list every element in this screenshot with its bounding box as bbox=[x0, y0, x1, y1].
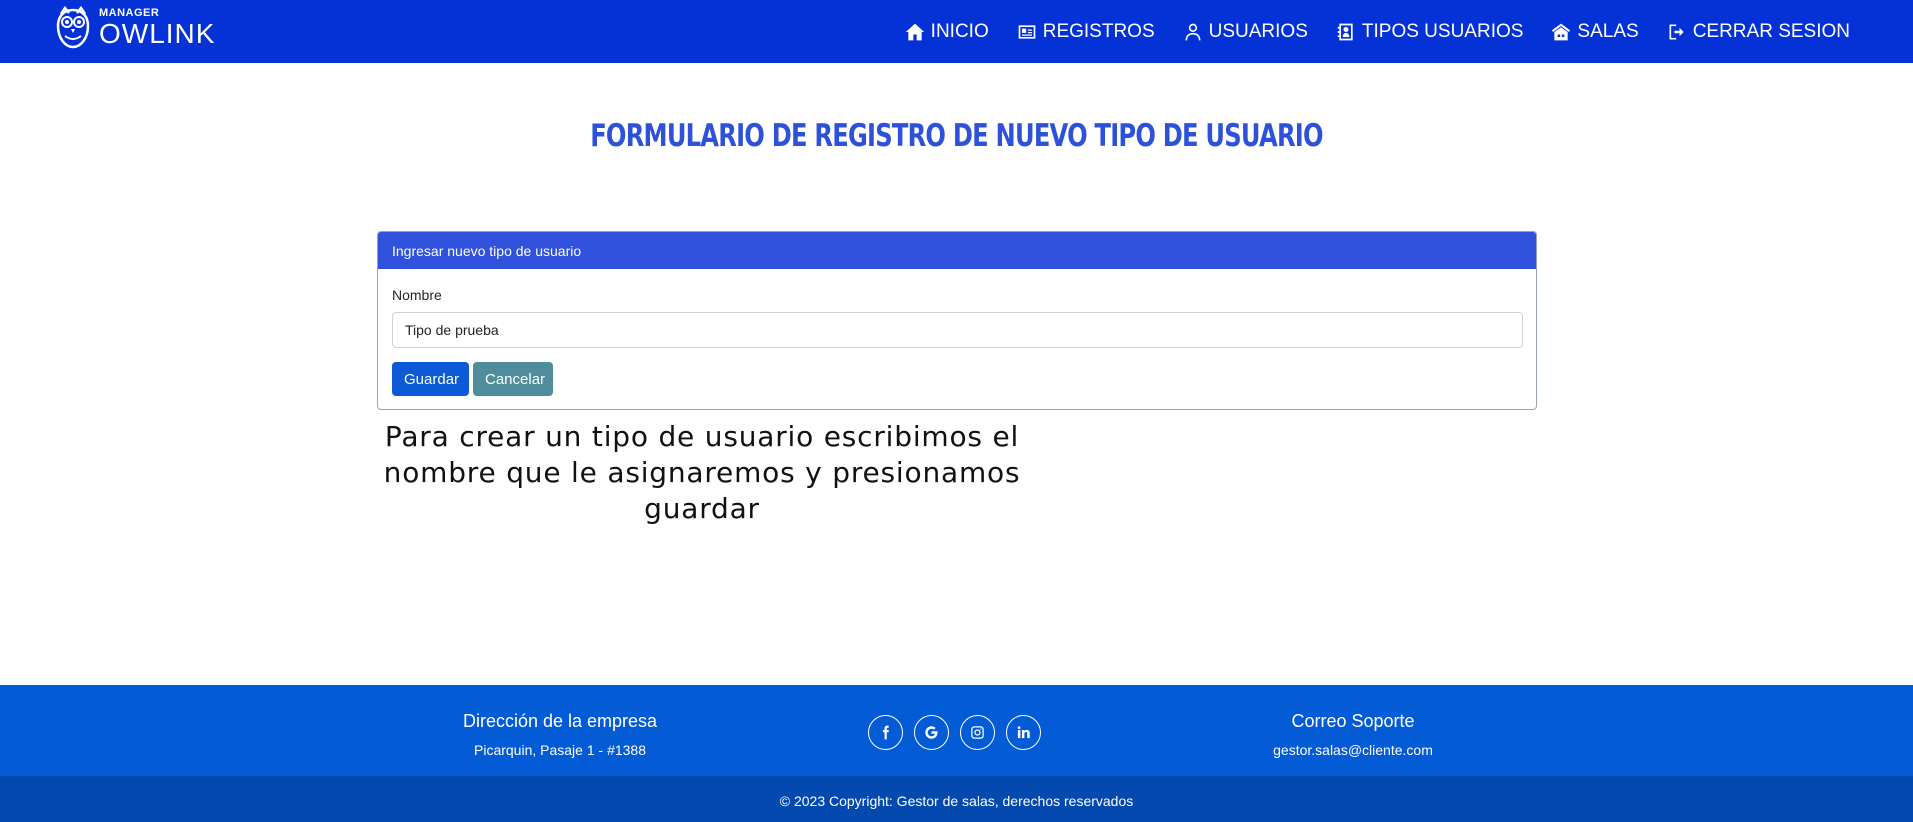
google-icon bbox=[925, 726, 938, 739]
nav-item-salas[interactable]: SALAS bbox=[1551, 20, 1639, 43]
nav-item-registros[interactable]: REGISTROS bbox=[1017, 21, 1155, 43]
building-icon bbox=[1552, 23, 1571, 40]
name-field-label: Nombre bbox=[392, 287, 442, 303]
logout-icon bbox=[1669, 24, 1684, 39]
brand-name: OWLINK bbox=[99, 18, 216, 49]
new-user-type-card: Ingresar nuevo tipo de usuario Nombre Gu… bbox=[377, 231, 1537, 410]
support-email[interactable]: gestor.salas@cliente.com bbox=[1213, 742, 1493, 758]
contact-book-icon bbox=[1337, 23, 1353, 40]
instagram-link[interactable] bbox=[960, 715, 995, 750]
top-navbar: MANAGER OWLINK INICIO REGISTROS USUARIOS… bbox=[0, 0, 1913, 63]
user-icon bbox=[1185, 23, 1201, 40]
name-input[interactable] bbox=[392, 312, 1523, 348]
footer-address: Dirección de la empresa Picarquin, Pasaj… bbox=[420, 711, 700, 758]
footer-support: Correo Soporte gestor.salas@cliente.com bbox=[1213, 711, 1493, 758]
nav-item-cerrar-sesion[interactable]: CERRAR SESION bbox=[1667, 21, 1850, 43]
nav-item-label: SALAS bbox=[1577, 20, 1639, 42]
instagram-icon bbox=[971, 726, 984, 739]
nav-item-usuarios[interactable]: USUARIOS bbox=[1183, 21, 1308, 43]
brand-logo[interactable]: MANAGER OWLINK bbox=[55, 6, 215, 50]
card-header: Ingresar nuevo tipo de usuario bbox=[378, 232, 1536, 269]
footer: Dirección de la empresa Picarquin, Pasaj… bbox=[0, 685, 1913, 776]
instruction-caption: Para crear un tipo de usuario escribimos… bbox=[383, 420, 1021, 525]
nav-item-label: USUARIOS bbox=[1208, 20, 1308, 42]
nav-item-label: TIPOS USUARIOS bbox=[1361, 20, 1524, 42]
nav-item-tipos-usuarios[interactable]: TIPOS USUARIOS bbox=[1336, 20, 1524, 43]
nav-item-label: INICIO bbox=[930, 20, 989, 42]
id-card-icon bbox=[1018, 24, 1036, 39]
nav-item-label: REGISTROS bbox=[1042, 20, 1155, 42]
cancel-button[interactable]: Cancelar bbox=[473, 362, 553, 396]
home-icon bbox=[905, 23, 924, 40]
nav-item-inicio[interactable]: INICIO bbox=[905, 21, 989, 43]
page-title: FORMULARIO DE REGISTRO DE NUEVO TIPO DE … bbox=[590, 118, 1323, 154]
address-title: Dirección de la empresa bbox=[462, 711, 658, 731]
nav-item-label: CERRAR SESION bbox=[1692, 20, 1850, 42]
save-button[interactable]: Guardar bbox=[392, 362, 469, 396]
google-link[interactable] bbox=[914, 715, 949, 750]
card-body: Nombre Guardar Cancelar bbox=[378, 287, 1536, 396]
facebook-icon bbox=[883, 725, 889, 740]
facebook-link[interactable] bbox=[868, 715, 903, 750]
address-text: Picarquin, Pasaje 1 - #1388 bbox=[474, 742, 646, 758]
support-title: Correo Soporte bbox=[1291, 711, 1415, 731]
form-actions: Guardar Cancelar bbox=[392, 362, 1522, 396]
linkedin-icon bbox=[1017, 726, 1030, 739]
copyright-bar: © 2023 Copyright: Gestor de salas, derec… bbox=[0, 776, 1913, 822]
owl-logo-icon bbox=[56, 6, 90, 49]
linkedin-link[interactable] bbox=[1006, 715, 1041, 750]
main-nav: INICIO REGISTROS USUARIOS TIPOS USUARIOS… bbox=[905, 0, 1850, 63]
social-links bbox=[868, 715, 1041, 750]
